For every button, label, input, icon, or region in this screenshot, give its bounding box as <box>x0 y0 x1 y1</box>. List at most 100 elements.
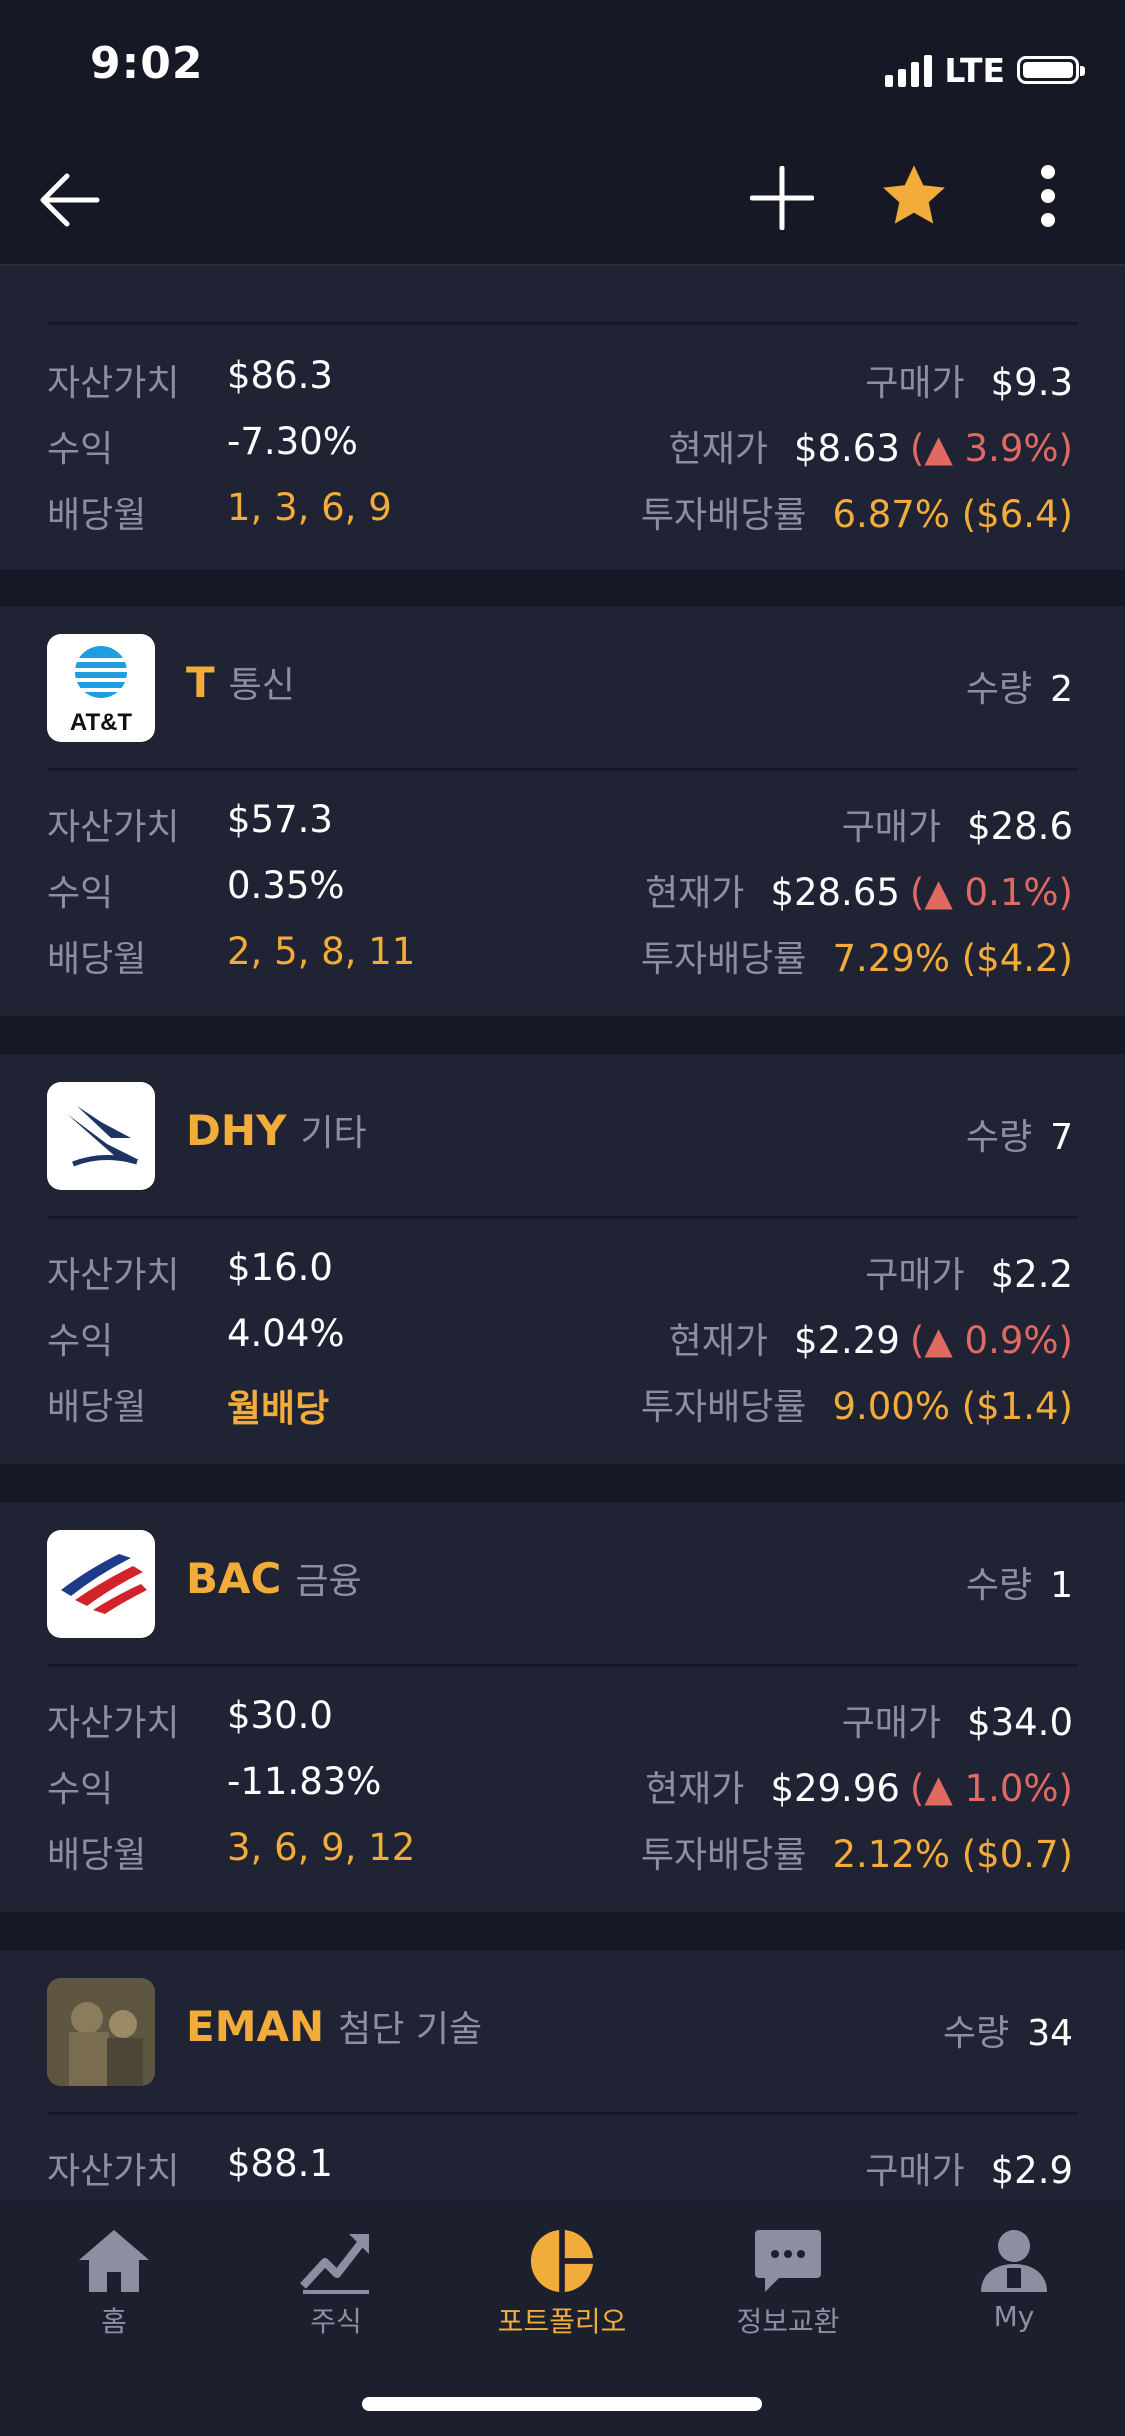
chat-bubble-icon <box>755 2230 821 2292</box>
dividend-yield-label: 투자배당률 <box>640 1387 807 1428</box>
purchase-price-label: 구매가 <box>841 807 942 848</box>
profit-value: -11.83% <box>227 1760 382 1803</box>
asset-value: $16.0 <box>227 1246 333 1289</box>
home-icon <box>79 2230 149 2292</box>
tab-stocks[interactable]: 주식 <box>256 2228 416 2340</box>
current-price: $29.96 <box>770 1767 900 1810</box>
dividend-month-label: 배당월 <box>47 939 147 980</box>
current-price-label: 현재가 <box>668 429 768 470</box>
signal-icon <box>885 53 933 87</box>
holding-card-dhy[interactable]: DHY 기타 수량 7 자산가치 $16.0 구매가 $2.2 수익 4.04% 현재… <box>0 1054 1125 1464</box>
user-icon <box>981 2230 1047 2292</box>
more-vertical-icon[interactable] <box>1008 156 1088 236</box>
purchase-price-label: 구매가 <box>865 1255 965 1296</box>
tab-home[interactable]: 홈 <box>34 2228 194 2340</box>
quantity: 수량 2 <box>965 669 1073 710</box>
dividend-yield-label: 투자배당률 <box>640 495 807 536</box>
dividend-month-label: 배당월 <box>47 1835 147 1876</box>
profit-label: 수익 <box>47 1321 114 1362</box>
divider <box>47 2112 1078 2115</box>
tab-label: 주식 <box>310 2305 362 2338</box>
dividend-months: 1, 3, 6, 9 <box>227 486 392 529</box>
dividend-month-label: 배당월 <box>47 1387 147 1428</box>
purchase-price: $9.3 <box>990 361 1073 404</box>
dividend-months: 3, 6, 9, 12 <box>227 1826 416 1869</box>
purchase-price-label: 구매가 <box>865 2151 965 2192</box>
portfolio-list[interactable]: 자산가치 $86.3 구매가 $9.3 수익 -7.30% 현재가 $8.63 (▲ … <box>0 266 1125 2200</box>
current-price: $28.65 <box>770 871 900 914</box>
plus-icon[interactable] <box>742 158 822 238</box>
price-change: (▲ 0.9%) <box>909 1319 1073 1362</box>
sector: 기타 <box>300 1113 367 1154</box>
asset-value-label: 자산가치 <box>47 2151 180 2192</box>
status-bar: 9:02 LTE <box>0 0 1125 140</box>
profit-value: 4.04% <box>227 1312 345 1355</box>
sector: 첨단 기술 <box>338 2009 483 2050</box>
purchase-price: $28.6 <box>967 805 1073 848</box>
holding-card-bac[interactable]: BAC 금융 수량 1 자산가치 $30.0 구매가 $34.0 수익 -11.83%… <box>0 1502 1125 1912</box>
dividend-yield-label: 투자배당률 <box>640 939 807 980</box>
divider <box>47 322 1078 325</box>
asset-value-label: 자산가치 <box>47 363 180 404</box>
asset-value: $30.0 <box>227 1694 333 1737</box>
asset-value: $57.3 <box>227 798 333 841</box>
pie-chart-icon <box>530 2229 594 2293</box>
dividend-yield: 6.87% ($6.4) <box>832 493 1073 536</box>
ticker: DHY 기타 <box>186 1106 367 1155</box>
star-icon[interactable] <box>874 156 954 236</box>
price-change: (▲ 3.9%) <box>909 427 1073 470</box>
dividend-yield: 2.12% ($0.7) <box>832 1833 1073 1876</box>
tab-my[interactable]: My <box>934 2228 1094 2333</box>
holding-card-eman[interactable]: EMAN 첨단 기술 수량 34 자산가치 $88.1 구매가 $2.9 <box>0 1950 1125 2200</box>
current-price: $8.63 <box>793 427 900 470</box>
ticker: BAC 금융 <box>186 1554 362 1603</box>
tab-label: 포트폴리오 <box>497 2305 627 2338</box>
divider <box>47 1216 1078 1219</box>
status-time: 9:02 <box>90 38 204 89</box>
credit-suisse-sail-logo <box>47 1082 155 1190</box>
price-change: (▲ 1.0%) <box>909 1767 1073 1810</box>
profit-value: -7.30% <box>227 420 358 463</box>
eman-photo-logo <box>47 1978 155 2086</box>
dividend-yield: 9.00% ($1.4) <box>832 1385 1073 1428</box>
att-logo: AT&T <box>47 634 155 742</box>
tab-label: 홈 <box>101 2305 127 2338</box>
status-icons: LTE <box>885 50 1085 90</box>
home-indicator[interactable] <box>362 2397 762 2411</box>
current-price-label: 현재가 <box>668 1321 768 1362</box>
chart-trend-icon <box>300 2234 369 2294</box>
divider <box>47 1664 1078 1667</box>
bank-of-america-flag-logo <box>47 1530 155 1638</box>
tab-info-exchange[interactable]: 정보교환 <box>708 2228 868 2340</box>
ticker: EMAN 첨단 기술 <box>186 2002 483 2051</box>
sector: 금융 <box>295 1561 362 1602</box>
dividend-month-label: 배당월 <box>47 495 147 536</box>
tab-label: My <box>993 2300 1035 2333</box>
purchase-price-label: 구매가 <box>865 363 965 404</box>
divider <box>47 768 1078 771</box>
profit-label: 수익 <box>47 873 114 914</box>
holding-card[interactable]: 자산가치 $86.3 구매가 $9.3 수익 -7.30% 현재가 $8.63 (▲ … <box>0 266 1125 570</box>
asset-value: $86.3 <box>227 354 333 397</box>
dividend-months: 월배당 <box>227 1387 330 1430</box>
purchase-price: $2.9 <box>990 2149 1073 2192</box>
asset-value-label: 자산가치 <box>47 807 180 848</box>
quantity: 수량 34 <box>942 2013 1073 2054</box>
asset-value-label: 자산가치 <box>47 1255 180 1296</box>
sector: 통신 <box>228 665 295 706</box>
ticker: T 통신 <box>186 658 295 707</box>
profit-value: 0.35% <box>227 864 345 907</box>
arrow-left-icon[interactable] <box>30 160 110 240</box>
dividend-months: 2, 5, 8, 11 <box>227 930 416 973</box>
purchase-price-label: 구매가 <box>841 1703 942 1744</box>
tab-label: 정보교환 <box>736 2305 840 2338</box>
asset-value: $88.1 <box>227 2142 333 2185</box>
profit-label: 수익 <box>47 1769 114 1810</box>
asset-value-label: 자산가치 <box>47 1703 180 1744</box>
dividend-yield-label: 투자배당률 <box>640 1835 807 1876</box>
tab-portfolio[interactable]: 포트폴리오 <box>482 2228 642 2340</box>
purchase-price: $2.2 <box>990 1253 1073 1296</box>
network-label: LTE <box>944 50 1005 90</box>
holding-card-t[interactable]: AT&T T 통신 수량 2 자산가치 $57.3 구매가 $28.6 수익 0.35… <box>0 606 1125 1016</box>
dividend-yield: 7.29% ($4.2) <box>832 937 1073 980</box>
